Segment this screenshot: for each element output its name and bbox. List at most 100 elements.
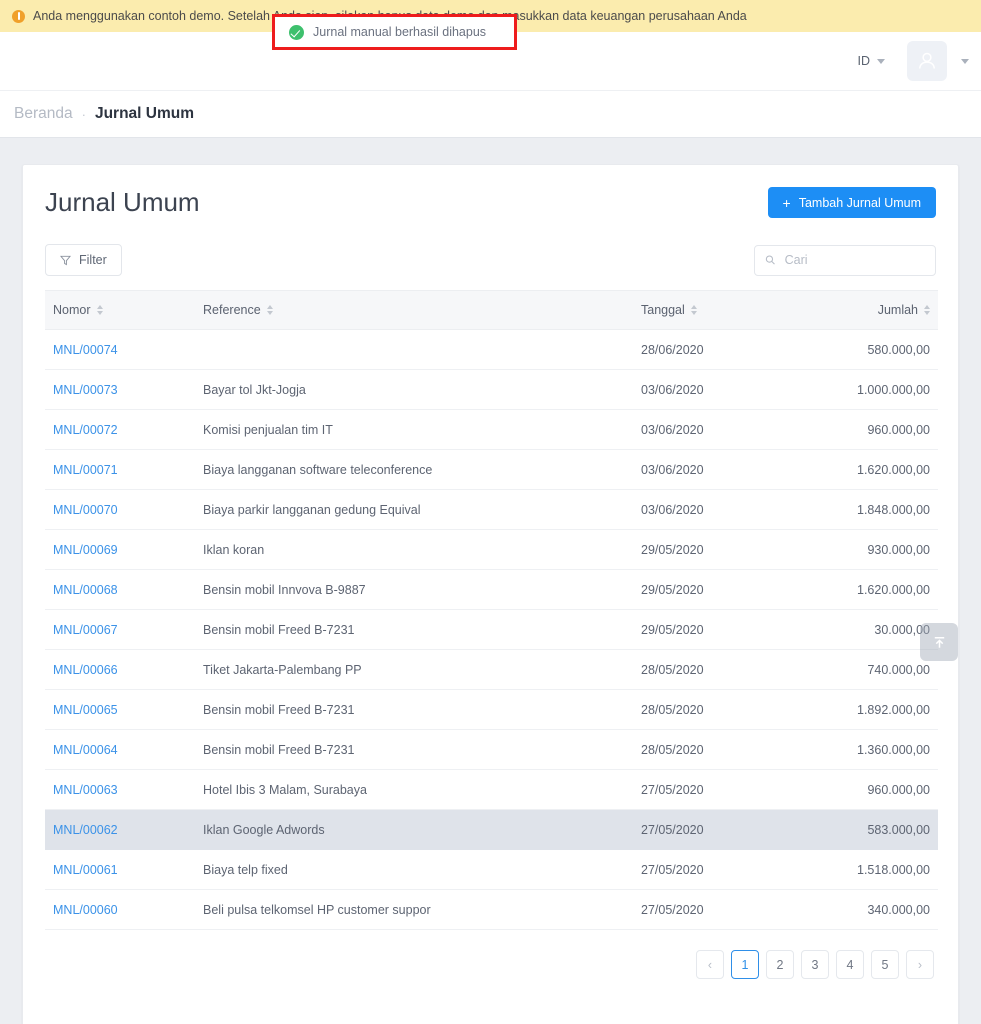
- cell-tanggal: 03/06/2020: [633, 489, 783, 530]
- journal-link[interactable]: MNL/00074: [53, 343, 118, 357]
- cell-nomor: MNL/00062: [45, 809, 195, 850]
- pagination-next-button[interactable]: ›: [906, 950, 934, 979]
- cell-reference: Iklan Google Adwords: [195, 809, 633, 850]
- cell-nomor: MNL/00067: [45, 609, 195, 650]
- column-header-jumlah[interactable]: Jumlah: [783, 290, 938, 330]
- column-header-tanggal[interactable]: Tanggal: [633, 290, 783, 330]
- cell-nomor: MNL/00068: [45, 569, 195, 610]
- table-row[interactable]: MNL/00067 Bensin mobil Freed B-7231 29/05/…: [45, 609, 938, 650]
- pagination-prev-button[interactable]: ‹: [696, 950, 724, 979]
- table-row[interactable]: MNL/00060 Beli pulsa telkomsel HP custome…: [45, 889, 938, 930]
- table-row[interactable]: MNL/00064 Bensin mobil Freed B-7231 28/05/…: [45, 729, 938, 770]
- table-body: MNL/00074 28/06/2020 580.000,00 MNL/00073 Ba…: [45, 329, 938, 930]
- table-row[interactable]: MNL/00066 Tiket Jakarta-Palembang PP 28/05…: [45, 649, 938, 690]
- sort-icon-nomor[interactable]: [96, 305, 103, 315]
- sort-icon-tanggal[interactable]: [690, 305, 697, 315]
- table-row[interactable]: MNL/00063 Hotel Ibis 3 Malam, Surabaya 27/…: [45, 769, 938, 810]
- cell-tanggal: 03/06/2020: [633, 449, 783, 490]
- avatar[interactable]: [907, 41, 947, 81]
- column-header-nomor[interactable]: Nomor: [45, 290, 195, 330]
- cell-tanggal: 28/05/2020: [633, 689, 783, 730]
- journal-link[interactable]: MNL/00071: [53, 463, 118, 477]
- table-row[interactable]: MNL/00070 Biaya parkir langganan gedung E…: [45, 489, 938, 530]
- cell-nomor: MNL/00063: [45, 769, 195, 810]
- cell-nomor: MNL/00070: [45, 489, 195, 530]
- journal-link[interactable]: MNL/00069: [53, 543, 118, 557]
- cell-tanggal: 03/06/2020: [633, 369, 783, 410]
- toast-message: Jurnal manual berhasil dihapus: [313, 25, 487, 39]
- chevron-down-icon: [877, 58, 885, 64]
- plus-icon: +: [782, 194, 791, 211]
- pagination-page-4[interactable]: 4: [836, 950, 864, 979]
- journal-link[interactable]: MNL/00060: [53, 903, 118, 917]
- add-journal-button[interactable]: + Tambah Jurnal Umum: [767, 187, 936, 218]
- pagination-page-2[interactable]: 2: [766, 950, 794, 979]
- cell-jumlah: 1.620.000,00: [783, 569, 938, 610]
- column-header-reference[interactable]: Reference: [195, 290, 633, 330]
- pagination-page-1[interactable]: 1: [731, 950, 759, 979]
- info-circle-icon: [12, 9, 25, 23]
- language-selector[interactable]: ID: [854, 48, 890, 74]
- sort-icon-reference[interactable]: [266, 305, 273, 315]
- page-background: Jurnal Umum + Tambah Jurnal Umum Filter: [0, 138, 981, 1024]
- cell-reference: Biaya langganan software teleconference: [195, 449, 633, 490]
- avatar-chevron-down-icon[interactable]: [961, 58, 969, 64]
- journal-link[interactable]: MNL/00065: [53, 703, 118, 717]
- journal-link[interactable]: MNL/00066: [53, 663, 118, 677]
- table-row[interactable]: MNL/00068 Bensin mobil Innvova B-9887 29/0…: [45, 569, 938, 610]
- column-label-reference: Reference: [203, 303, 261, 317]
- cell-nomor: MNL/00061: [45, 849, 195, 890]
- search-input[interactable]: [782, 252, 925, 268]
- funnel-icon: [60, 255, 71, 265]
- cell-nomor: MNL/00072: [45, 409, 195, 450]
- cell-nomor: MNL/00060: [45, 889, 195, 930]
- journal-link[interactable]: MNL/00063: [53, 783, 118, 797]
- cell-reference: [195, 329, 633, 370]
- table-row[interactable]: MNL/00069 Iklan koran 29/05/2020 930.000,00: [45, 529, 938, 570]
- user-avatar-icon: [919, 52, 935, 69]
- cell-jumlah: 930.000,00: [783, 529, 938, 570]
- cell-reference: Tiket Jakarta-Palembang PP: [195, 649, 633, 690]
- journal-link[interactable]: MNL/00070: [53, 503, 118, 517]
- journal-link[interactable]: MNL/00072: [53, 423, 118, 437]
- table-row[interactable]: MNL/00071 Biaya langganan software teleco…: [45, 449, 938, 490]
- table-row[interactable]: MNL/00072 Komisi penjualan tim IT 03/06/20…: [45, 409, 938, 450]
- breadcrumb-item-beranda[interactable]: Beranda: [14, 105, 73, 123]
- journal-link[interactable]: MNL/00068: [53, 583, 118, 597]
- journal-link[interactable]: MNL/00064: [53, 743, 118, 757]
- cell-reference: Bensin mobil Innvova B-9887: [195, 569, 633, 610]
- table-row[interactable]: MNL/00073 Bayar tol Jkt-Jogja 03/06/2020 1.…: [45, 369, 938, 410]
- cell-reference: Bensin mobil Freed B-7231: [195, 609, 633, 650]
- journal-table: Nomor Reference Tanggal Jumlah MNL/00074…: [45, 290, 938, 930]
- journal-card: Jurnal Umum + Tambah Jurnal Umum Filter: [22, 164, 959, 1024]
- search-box[interactable]: [754, 244, 936, 276]
- language-label: ID: [857, 54, 871, 68]
- pagination-page-3[interactable]: 3: [801, 950, 829, 979]
- table-row[interactable]: MNL/00065 Bensin mobil Freed B-7231 28/05/…: [45, 689, 938, 730]
- journal-link[interactable]: MNL/00067: [53, 623, 118, 637]
- journal-link[interactable]: MNL/00062: [53, 823, 118, 837]
- annotation-box: Jurnal manual berhasil dihapus: [272, 14, 518, 50]
- check-circle-icon: [289, 24, 304, 40]
- journal-link[interactable]: MNL/00073: [53, 383, 118, 397]
- cell-nomor: MNL/00073: [45, 369, 195, 410]
- cell-nomor: MNL/00066: [45, 649, 195, 690]
- table-row[interactable]: MNL/00074 28/06/2020 580.000,00: [45, 329, 938, 370]
- pagination-page-5[interactable]: 5: [871, 950, 899, 979]
- cell-jumlah: 1.518.000,00: [783, 849, 938, 890]
- scroll-to-top-icon: [934, 636, 944, 648]
- sort-icon-jumlah[interactable]: [924, 305, 930, 315]
- journal-link[interactable]: MNL/00061: [53, 863, 118, 877]
- table-row[interactable]: MNL/00062 Iklan Google Adwords 27/05/2020 5…: [45, 809, 938, 850]
- cell-tanggal: 27/05/2020: [633, 769, 783, 810]
- filter-label: Filter: [79, 253, 107, 267]
- column-label-jumlah: Jumlah: [877, 303, 918, 317]
- breadcrumb-separator: ·: [81, 106, 86, 122]
- table-row[interactable]: MNL/00061 Biaya telp fixed 27/05/2020 1.518…: [45, 849, 938, 890]
- filter-button[interactable]: Filter: [45, 244, 122, 276]
- table-header: Nomor Reference Tanggal Jumlah: [45, 290, 938, 330]
- cell-reference: Komisi penjualan tim IT: [195, 409, 633, 450]
- card-header: Jurnal Umum + Tambah Jurnal Umum: [23, 165, 958, 218]
- column-label-nomor: Nomor: [53, 303, 91, 317]
- scroll-to-top-button[interactable]: [920, 623, 958, 661]
